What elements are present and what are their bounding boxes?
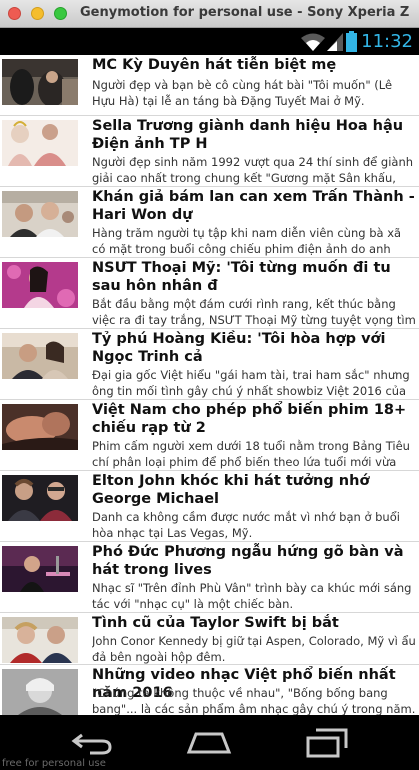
status-bar: 11:32 xyxy=(0,28,419,55)
article-thumbnail xyxy=(2,59,78,105)
article-description: John Conor Kennedy bị giữ tại Aspen, Col… xyxy=(92,634,416,664)
window-minimize-button[interactable] xyxy=(31,7,44,20)
article-thumbnail xyxy=(2,617,78,663)
window-title-bar: Genymotion for personal use - Sony Xperi… xyxy=(0,0,419,28)
article-description: Người đẹp sinh năm 1992 vượt qua 24 thí … xyxy=(92,155,414,185)
wifi-icon xyxy=(301,33,325,51)
recent-apps-icon[interactable] xyxy=(306,728,348,758)
article-description: Danh ca không cầm được nước mắt vì nhớ b… xyxy=(92,510,400,540)
article-thumbnail xyxy=(2,475,78,521)
article-title[interactable]: NSƯT Thoại Mỹ: 'Tôi từng muốn đi tu sau … xyxy=(92,259,417,295)
article-thumbnail xyxy=(2,120,78,166)
window-maximize-button[interactable] xyxy=(54,7,67,20)
list-item[interactable]: Khán giả bám lan can xem Trấn Thành - Ha… xyxy=(0,187,419,258)
signal-icon xyxy=(327,33,343,51)
news-list[interactable]: MC Kỳ Duyên hát tiễn biệt mẹ Người đẹp v… xyxy=(0,55,419,715)
list-item[interactable]: MC Kỳ Duyên hát tiễn biệt mẹ Người đẹp v… xyxy=(0,55,419,116)
window-close-button[interactable] xyxy=(8,7,21,20)
article-description: Đại gia gốc Việt hiểu "gái ham tài, trai… xyxy=(92,368,410,398)
article-thumbnail xyxy=(2,262,78,308)
home-icon[interactable] xyxy=(186,731,232,755)
article-title[interactable]: Elton John khóc khi hát tưởng nhớ George… xyxy=(92,472,417,508)
article-thumbnail xyxy=(2,404,78,450)
navigation-bar: free for personal use xyxy=(0,715,419,770)
list-item[interactable]: Phó Đức Phương ngẫu hứng gõ bàn và hát t… xyxy=(0,542,419,613)
article-title[interactable]: MC Kỳ Duyên hát tiễn biệt mẹ xyxy=(92,56,417,74)
window-title: Genymotion for personal use - Sony Xperi… xyxy=(80,5,410,20)
list-item[interactable]: NSƯT Thoại Mỹ: 'Tôi từng muốn đi tu sau … xyxy=(0,258,419,329)
article-description: Hàng trăm người tụ tập khi nam diễn viên… xyxy=(92,226,402,256)
article-title[interactable]: Khán giả bám lan can xem Trấn Thành - Ha… xyxy=(92,188,417,224)
article-title[interactable]: Phó Đức Phương ngẫu hứng gõ bàn và hát t… xyxy=(92,543,417,579)
article-title[interactable]: Tình cũ của Taylor Swift bị bắt xyxy=(92,614,417,632)
article-title[interactable]: Tỷ phú Hoàng Kiều: 'Tôi hòa hợp với Ngọc… xyxy=(92,330,417,366)
list-item[interactable]: Tình cũ của Taylor Swift bị bắt John Con… xyxy=(0,613,419,665)
list-item[interactable]: Sella Trương giành danh hiệu Hoa hậu Điệ… xyxy=(0,116,419,187)
battery-icon xyxy=(346,31,357,52)
article-description: Người đẹp và bạn bè cô cùng hát bài "Tôi… xyxy=(92,78,393,108)
article-description: "Chúng ta không thuộc về nhau", "Bống bố… xyxy=(92,686,416,715)
list-item[interactable]: Tỷ phú Hoàng Kiều: 'Tôi hòa hợp với Ngọc… xyxy=(0,329,419,400)
status-clock: 11:32 xyxy=(361,31,413,52)
article-thumbnail xyxy=(2,333,78,379)
article-title[interactable]: Sella Trương giành danh hiệu Hoa hậu Điệ… xyxy=(92,117,417,153)
article-title[interactable]: Việt Nam cho phép phổ biến phim 18+ chiế… xyxy=(92,401,417,437)
article-description: Nhạc sĩ "Trên đỉnh Phù Vân" trình bày ca… xyxy=(92,581,412,611)
article-thumbnail xyxy=(2,669,78,715)
watermark-text: free for personal use xyxy=(2,758,106,769)
list-item[interactable]: Việt Nam cho phép phổ biến phim 18+ chiế… xyxy=(0,400,419,471)
list-item[interactable]: Elton John khóc khi hát tưởng nhớ George… xyxy=(0,471,419,542)
article-description: Bắt đầu bằng một đám cưới rình rang, kết… xyxy=(92,297,416,327)
article-thumbnail xyxy=(2,546,78,592)
list-item[interactable]: Những video nhạc Việt phổ biến nhất năm … xyxy=(0,665,419,715)
back-icon[interactable] xyxy=(70,731,114,755)
article-description: Phim cấm người xem dưới 18 tuổi nằm tron… xyxy=(92,439,410,469)
article-thumbnail xyxy=(2,191,78,237)
